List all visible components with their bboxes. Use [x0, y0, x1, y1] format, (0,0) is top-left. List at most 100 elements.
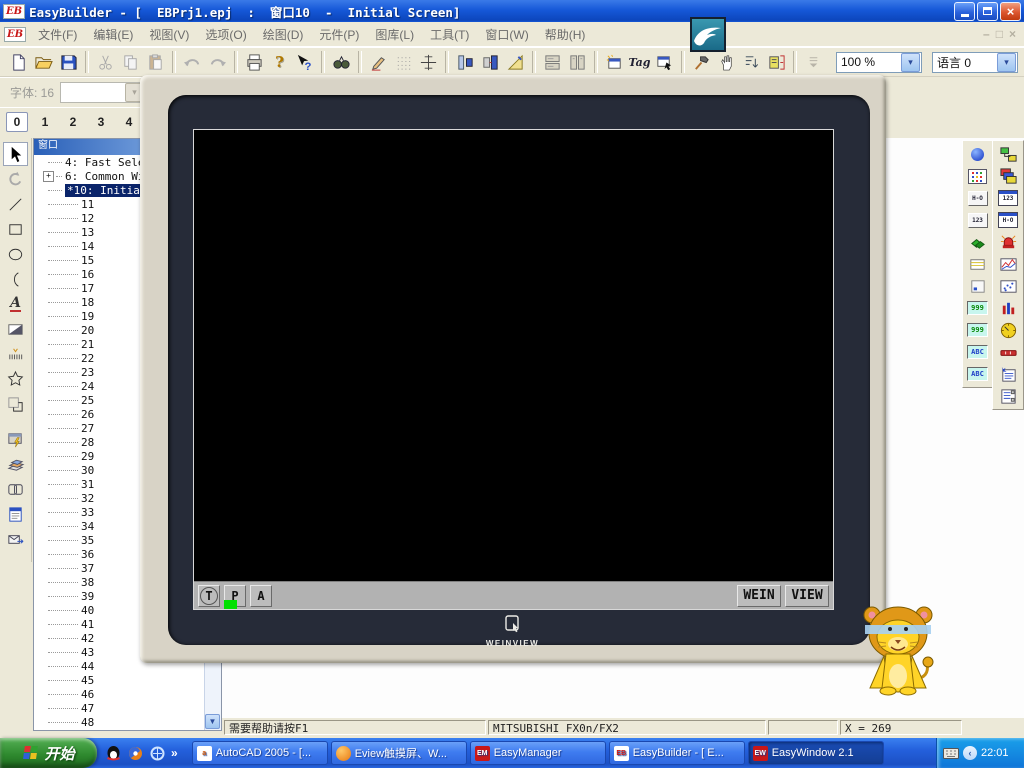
find-icon[interactable] — [329, 50, 354, 74]
menu-item-edit[interactable]: 编辑(E) — [85, 23, 141, 46]
numeric-input-icon[interactable]: 999 — [965, 319, 991, 341]
scale-frame-tool-icon[interactable] — [3, 392, 28, 416]
undo-icon[interactable] — [180, 50, 205, 74]
detail-arrows-icon[interactable] — [801, 50, 826, 74]
shape-library-icon[interactable] — [3, 452, 28, 476]
state-button-0[interactable]: 0 — [6, 112, 28, 132]
set-word-icon[interactable]: 123 — [995, 187, 1021, 209]
taskbar-task-button[interactable]: EMEasyManager — [470, 741, 606, 765]
numeric-display-icon[interactable]: 999 — [965, 297, 991, 319]
rectangle-tool-icon[interactable] — [3, 217, 28, 241]
trend-display-icon[interactable] — [995, 253, 1021, 275]
scroll-down-button[interactable]: ▼ — [205, 714, 220, 729]
bit-lamp-icon[interactable] — [965, 143, 991, 165]
indirect-window-icon[interactable] — [995, 165, 1021, 187]
pen-icon[interactable] — [366, 50, 391, 74]
word-lamp-icon[interactable] — [965, 165, 991, 187]
restore-button[interactable] — [977, 2, 998, 21]
close-button[interactable]: × — [1000, 2, 1021, 21]
menu-item-tools[interactable]: 工具(T) — [422, 23, 477, 46]
hmi-device-window[interactable]: T P A WEIN VIEW WEINVIEW — [140, 75, 886, 663]
download-icon[interactable] — [764, 50, 789, 74]
ascii-input-icon[interactable]: ABC — [965, 363, 991, 385]
edit-canvas[interactable]: T P A WEIN VIEW — [193, 129, 834, 610]
minimize-button[interactable] — [954, 2, 975, 21]
taskbar-task-button[interactable]: Eview触摸屏、W... — [331, 741, 467, 765]
language-dropdown-button[interactable]: ▾ — [997, 53, 1016, 72]
device-task-button[interactable]: T — [198, 585, 220, 607]
tree-item[interactable]: 45 — [34, 673, 221, 687]
numeric-keypad-icon[interactable]: 123 — [965, 209, 991, 231]
menu-item-file[interactable]: 文件(F) — [30, 23, 85, 46]
bar-graph-icon[interactable] — [995, 297, 1021, 319]
toggle-switch-icon[interactable]: H-O — [965, 187, 991, 209]
snap-icon[interactable] — [416, 50, 441, 74]
media-player-icon[interactable] — [127, 745, 144, 762]
tree-item[interactable]: 46 — [34, 687, 221, 701]
group-tool-icon[interactable] — [3, 477, 28, 501]
grid-icon[interactable] — [391, 50, 416, 74]
function-key-icon[interactable] — [965, 231, 991, 253]
save-icon[interactable] — [56, 50, 81, 74]
wein-button[interactable]: WEIN — [737, 585, 781, 607]
taskbar-task-button[interactable]: EBEasyBuilder - [ E... — [609, 741, 745, 765]
pan-hand-icon[interactable] — [714, 50, 739, 74]
send-download-icon[interactable] — [3, 527, 28, 551]
view-button[interactable]: VIEW — [785, 585, 829, 607]
print-icon[interactable] — [242, 50, 267, 74]
mdi-restore-button[interactable]: □ — [996, 27, 1003, 41]
arc-tool-icon[interactable] — [3, 267, 28, 291]
new-icon[interactable] — [6, 50, 31, 74]
internet-explorer-icon[interactable] — [149, 745, 166, 762]
menu-item-draw[interactable]: 绘图(D) — [255, 23, 312, 46]
properties-icon[interactable] — [652, 50, 677, 74]
ascii-display-icon[interactable]: ABC — [965, 341, 991, 363]
keyboard-tray-icon[interactable] — [943, 748, 959, 759]
build-icon[interactable] — [689, 50, 714, 74]
menu-item-help[interactable]: 帮助(H) — [537, 23, 594, 46]
text-tool-icon[interactable]: A — [3, 292, 28, 316]
menu-item-parts[interactable]: 元件(P) — [311, 23, 367, 46]
alarm-list-icon[interactable] — [995, 385, 1021, 407]
assistant-mascot[interactable] — [858, 600, 940, 696]
state-button-3[interactable]: 3 — [90, 112, 112, 132]
slider-icon[interactable] — [995, 341, 1021, 363]
state-button-2[interactable]: 2 — [62, 112, 84, 132]
select-tool-icon[interactable] — [3, 142, 28, 166]
transform-tool-icon[interactable] — [3, 167, 28, 191]
line-tool-icon[interactable] — [3, 192, 28, 216]
hide-icons-chevron[interactable]: ‹ — [963, 746, 977, 760]
device-panel-button[interactable]: P — [224, 585, 246, 607]
event-display-icon[interactable] — [995, 363, 1021, 385]
tag-icon[interactable]: Tag — [627, 50, 652, 74]
cut-icon[interactable] — [93, 50, 118, 74]
start-button[interactable]: 开始 — [0, 738, 97, 768]
context-help-icon[interactable]: ? — [292, 50, 317, 74]
expand-icon[interactable]: + — [43, 171, 54, 182]
zoom-dropdown-button[interactable]: ▾ — [901, 53, 920, 72]
measure-icon[interactable] — [503, 50, 528, 74]
paste-icon[interactable] — [143, 50, 168, 74]
qq-messenger-icon[interactable] — [105, 745, 122, 762]
mdi-close-button[interactable]: × — [1009, 27, 1016, 41]
quick-launch-overflow[interactable]: » — [171, 746, 178, 760]
taskbar-task-button[interactable]: EWEasyWindow 2.1 — [748, 741, 884, 765]
align-icon[interactable] — [453, 50, 478, 74]
hatch-tool-icon[interactable] — [3, 342, 28, 366]
taskbar-task-button[interactable]: aAutoCAD 2005 - [... — [192, 741, 328, 765]
library-new-icon[interactable] — [602, 50, 627, 74]
menu-item-window[interactable]: 窗口(W) — [477, 23, 536, 46]
xy-plot-icon[interactable] — [995, 275, 1021, 297]
menu-item-library[interactable]: 图库(L) — [367, 23, 422, 46]
transform-icon[interactable] — [478, 50, 503, 74]
state-button-1[interactable]: 1 — [34, 112, 56, 132]
polygon-tool-icon[interactable] — [3, 367, 28, 391]
moving-shape-icon[interactable] — [965, 253, 991, 275]
state-button-4[interactable]: 4 — [118, 112, 140, 132]
open-icon[interactable] — [31, 50, 56, 74]
menu-item-view[interactable]: 视图(V) — [141, 23, 197, 46]
tree-item[interactable]: 47 — [34, 701, 221, 715]
alarm-display-icon[interactable] — [995, 231, 1021, 253]
redo-icon[interactable] — [205, 50, 230, 74]
menu-item-option[interactable]: 选项(O) — [197, 23, 254, 46]
